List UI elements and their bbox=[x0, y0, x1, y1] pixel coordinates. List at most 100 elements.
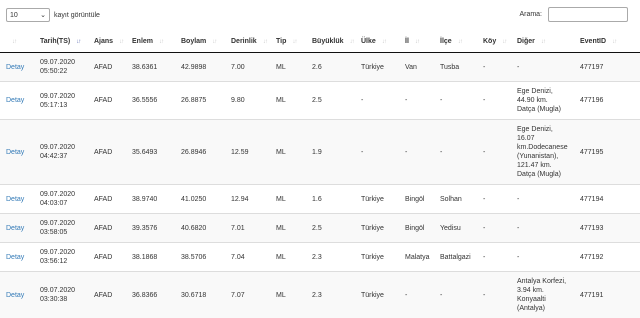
chevron-down-icon: ⌄ bbox=[40, 12, 46, 19]
date-text: 09.07.2020 bbox=[40, 144, 76, 151]
date-cell: 09.07.2020 05:50:22 bbox=[34, 52, 88, 82]
detail-link[interactable]: Detay bbox=[6, 254, 24, 261]
detail-cell: Detay bbox=[0, 242, 34, 272]
detail-cell: Detay bbox=[0, 271, 34, 318]
table-row: Detay 09.07.2020 04:03:07 AFAD 38.9740 41.025… bbox=[0, 184, 640, 214]
province-cell: - bbox=[399, 81, 434, 120]
other-line: Datça (Mugla) bbox=[517, 106, 561, 113]
table-controls: 10 ⌄ kayıt görüntüle Arama: bbox=[0, 0, 640, 30]
mag-cell: 2.3 bbox=[306, 271, 355, 318]
event-id-cell: 477192 bbox=[574, 242, 640, 272]
sort-icon: ↓↑ bbox=[612, 38, 617, 45]
table-header-row: ↓↑ Tarih(TS) ↓↑ Ajans ↓↑ Enlem ↓↑ Boylam ↓↑ Derin… bbox=[0, 30, 640, 53]
village-cell: - bbox=[477, 52, 511, 82]
depth-cell: 7.04 bbox=[225, 242, 270, 272]
other-cell: - bbox=[511, 52, 574, 82]
time-text: 05:17:13 bbox=[40, 101, 68, 109]
detail-link[interactable]: Detay bbox=[6, 97, 24, 104]
village-cell: - bbox=[477, 81, 511, 120]
date-cell: 09.07.2020 04:42:37 bbox=[34, 119, 88, 185]
column-header-6[interactable]: Tip ↓↑ bbox=[270, 30, 306, 53]
lon-cell: 41.0250 bbox=[175, 184, 225, 214]
other-line: Konyaalti bbox=[517, 296, 546, 303]
column-header-12[interactable]: Diğer ↓↑ bbox=[511, 30, 574, 53]
depth-cell: 7.00 bbox=[225, 52, 270, 82]
date-text: 09.07.2020 bbox=[40, 92, 76, 100]
column-header-4[interactable]: Boylam ↓↑ bbox=[175, 30, 225, 53]
type-cell: ML bbox=[270, 271, 306, 318]
column-header-3[interactable]: Enlem ↓↑ bbox=[126, 30, 175, 53]
column-header-label: Enlem bbox=[132, 37, 154, 45]
sort-icon: ↓↑ bbox=[292, 38, 297, 45]
date-cell: 09.07.2020 05:17:13 bbox=[34, 81, 88, 120]
page-length-label: kayıt görüntüle bbox=[54, 11, 100, 19]
other-line: (Yunanistan), bbox=[517, 153, 559, 160]
column-header-5[interactable]: Derinlik ↓↑ bbox=[225, 30, 270, 53]
detail-link[interactable]: Detay bbox=[6, 149, 24, 156]
column-header-1[interactable]: Tarih(TS) ↓↑ bbox=[34, 30, 88, 53]
column-header-label: Boylam bbox=[181, 37, 207, 45]
other-line: km.Dodecanese bbox=[517, 144, 568, 151]
column-header-label: İl bbox=[405, 37, 409, 45]
column-header-label: Tarih(TS) bbox=[40, 37, 71, 45]
mag-cell: 1.6 bbox=[306, 184, 355, 214]
column-header-9[interactable]: İl ↓↑ bbox=[399, 30, 434, 53]
search-input[interactable] bbox=[548, 7, 628, 22]
country-cell: - bbox=[355, 81, 399, 120]
date-cell: 09.07.2020 04:03:07 bbox=[34, 184, 88, 214]
agency-cell: AFAD bbox=[88, 52, 126, 82]
depth-cell: 12.94 bbox=[225, 184, 270, 214]
date-text: 09.07.2020 bbox=[40, 287, 76, 294]
column-header-2[interactable]: Ajans ↓↑ bbox=[88, 30, 126, 53]
lat-cell: 38.6361 bbox=[126, 52, 175, 82]
search-control: Arama: bbox=[519, 7, 628, 22]
type-cell: ML bbox=[270, 242, 306, 272]
sort-icon: ↓↑ bbox=[457, 38, 463, 45]
other-line: (Antalya) bbox=[517, 305, 546, 312]
event-id-cell: 477193 bbox=[574, 213, 640, 243]
type-cell: ML bbox=[270, 184, 306, 214]
column-header-0[interactable]: ↓↑ bbox=[0, 30, 34, 53]
detail-cell: Detay bbox=[0, 81, 34, 120]
column-header-label: EventID bbox=[580, 37, 607, 45]
lon-cell: 40.6820 bbox=[175, 213, 225, 243]
detail-cell: Detay bbox=[0, 52, 34, 82]
detail-link[interactable]: Detay bbox=[6, 225, 24, 232]
village-cell: - bbox=[477, 242, 511, 272]
sort-icon: ↓↑ bbox=[12, 38, 17, 45]
earthquake-table: ↓↑ Tarih(TS) ↓↑ Ajans ↓↑ Enlem ↓↑ Boylam ↓↑ Derin… bbox=[0, 30, 640, 318]
time-text: 05:50:22 bbox=[40, 68, 68, 75]
page-length-value: 10 bbox=[10, 11, 18, 19]
type-cell: ML bbox=[270, 81, 306, 120]
detail-link[interactable]: Detay bbox=[6, 292, 24, 299]
column-header-10[interactable]: İlçe ↓↑ bbox=[434, 30, 477, 53]
sort-icon: ↓↑ bbox=[76, 38, 81, 45]
page-length-select[interactable]: 10 ⌄ bbox=[6, 8, 50, 22]
village-cell: - bbox=[477, 119, 511, 185]
column-header-8[interactable]: Ülke ↓↑ bbox=[355, 30, 399, 53]
sort-icon: ↓↑ bbox=[159, 38, 164, 45]
other-cell: Ege Denizi, 16.07 km.Dodecanese (Yunanistan… bbox=[511, 119, 574, 185]
column-header-11[interactable]: Köy ↓↑ bbox=[477, 30, 511, 53]
event-id-cell: 477195 bbox=[574, 119, 640, 185]
table-body: Detay 09.07.2020 05:50:22 AFAD 38.6361 42.989… bbox=[0, 52, 640, 318]
detail-link[interactable]: Detay bbox=[6, 64, 24, 71]
lon-cell: 38.5706 bbox=[175, 242, 225, 272]
district-cell: - bbox=[434, 119, 477, 185]
column-header-13[interactable]: EventID ↓↑ bbox=[574, 30, 640, 53]
sort-icon: ↓↑ bbox=[119, 38, 124, 45]
other-line: 121.47 km. bbox=[517, 162, 552, 169]
type-cell: ML bbox=[270, 52, 306, 82]
other-line: Ege Denizi, bbox=[517, 126, 553, 133]
table-row: Detay 09.07.2020 05:50:22 AFAD 38.6361 42.989… bbox=[0, 52, 640, 82]
column-header-7[interactable]: Büyüklük ↓↑ bbox=[306, 30, 355, 53]
country-cell: - bbox=[355, 119, 399, 185]
column-header-label: Köy bbox=[483, 37, 497, 45]
column-header-label: Diğer bbox=[517, 37, 535, 45]
detail-link[interactable]: Detay bbox=[6, 196, 24, 203]
event-id-cell: 477194 bbox=[574, 184, 640, 214]
other-line: 16.07 bbox=[517, 135, 535, 142]
country-cell: Türkiye bbox=[355, 213, 399, 243]
lat-cell: 39.3576 bbox=[126, 213, 175, 243]
search-label: Arama: bbox=[519, 11, 542, 18]
